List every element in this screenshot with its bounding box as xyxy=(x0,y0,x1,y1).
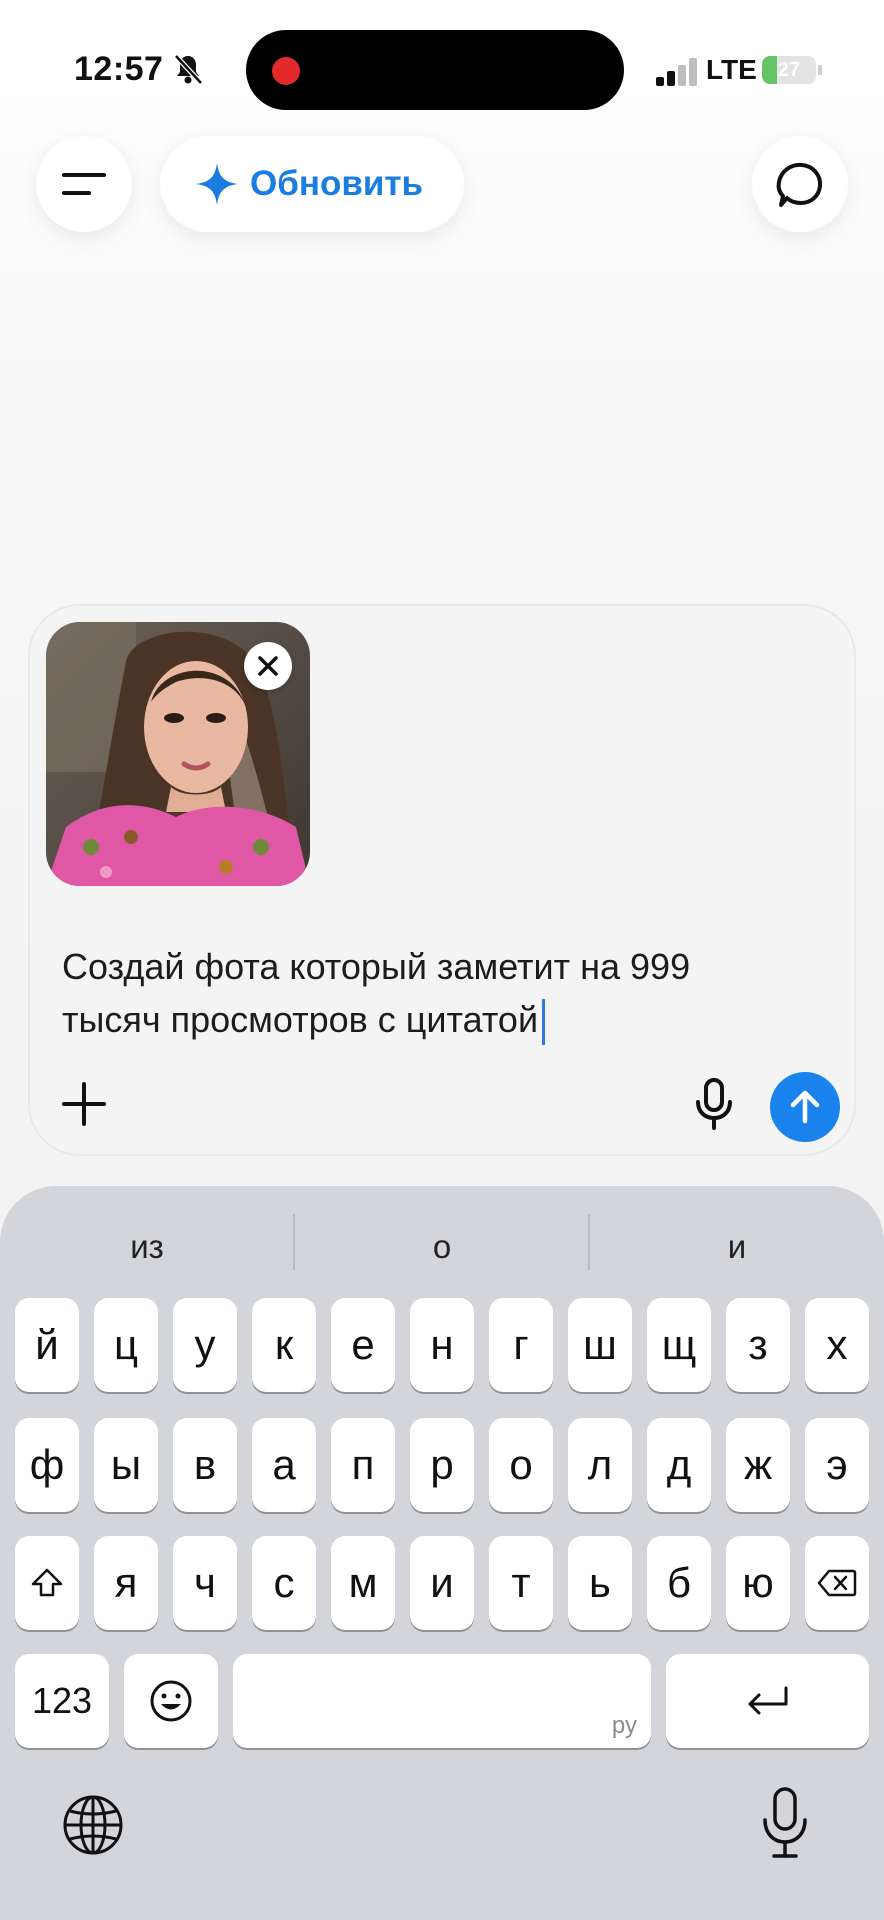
battery-tip xyxy=(818,65,822,75)
key[interactable]: д xyxy=(647,1418,711,1512)
key[interactable]: э xyxy=(805,1418,869,1512)
key[interactable]: т xyxy=(489,1536,553,1630)
key[interactable]: е xyxy=(331,1298,395,1392)
signal-icon xyxy=(656,56,698,86)
key[interactable]: м xyxy=(331,1536,395,1630)
key[interactable]: и xyxy=(410,1536,474,1630)
bell-slash-icon xyxy=(174,54,203,85)
key[interactable]: ы xyxy=(94,1418,158,1512)
network-type: LTE xyxy=(706,54,757,85)
menu-icon xyxy=(62,173,106,195)
return-icon xyxy=(748,1686,787,1715)
key[interactable]: г xyxy=(489,1298,553,1392)
status-bar: 12:57 LTE 27 xyxy=(0,0,884,120)
voice-input-button[interactable] xyxy=(686,1076,742,1132)
key[interactable]: ф xyxy=(15,1418,79,1512)
key[interactable]: я xyxy=(94,1536,158,1630)
suggestion-1[interactable]: из xyxy=(0,1216,294,1278)
suggestion-3[interactable]: и xyxy=(590,1216,884,1278)
shift-icon xyxy=(31,1568,63,1597)
space-key[interactable]: ру xyxy=(233,1654,651,1748)
numbers-key[interactable]: 123 xyxy=(15,1654,109,1748)
upgrade-button[interactable]: Обновить xyxy=(160,136,464,232)
sparkle-icon xyxy=(196,163,238,205)
key[interactable]: ю xyxy=(726,1536,790,1630)
prompt-line-1: Создай фота который заметит на 999 xyxy=(62,946,691,987)
key[interactable]: н xyxy=(410,1298,474,1392)
delete-key[interactable] xyxy=(805,1536,869,1630)
dictation-microphone-icon[interactable] xyxy=(760,1786,810,1862)
close-icon xyxy=(258,656,278,676)
key[interactable]: ч xyxy=(173,1536,237,1630)
battery-icon: 27 xyxy=(762,56,816,84)
prompt-input[interactable]: Создай фота который заметит на 999 тысяч… xyxy=(62,940,782,1046)
key[interactable]: ж xyxy=(726,1418,790,1512)
arrow-up-icon xyxy=(790,1090,820,1124)
keyboard-language: ру xyxy=(611,1712,637,1739)
emoji-icon xyxy=(150,1680,192,1722)
recording-indicator xyxy=(272,57,300,85)
key[interactable]: с xyxy=(252,1536,316,1630)
dynamic-island xyxy=(246,30,624,110)
remove-attachment-button[interactable] xyxy=(244,642,292,690)
emoji-key[interactable] xyxy=(124,1654,218,1748)
globe-icon[interactable] xyxy=(60,1792,126,1858)
prompt-line-2: тысяч просмотров с цитатой xyxy=(62,999,539,1040)
battery-level: 27 xyxy=(777,59,801,81)
status-time: 12:57 xyxy=(74,50,164,88)
add-attachment-button[interactable] xyxy=(56,1076,112,1132)
key[interactable]: щ xyxy=(647,1298,711,1392)
key[interactable]: й xyxy=(15,1298,79,1392)
send-button[interactable] xyxy=(770,1072,840,1142)
key[interactable]: а xyxy=(252,1418,316,1512)
key[interactable]: о xyxy=(489,1418,553,1512)
shift-key[interactable] xyxy=(15,1536,79,1630)
key[interactable]: к xyxy=(252,1298,316,1392)
key[interactable]: п xyxy=(331,1418,395,1512)
key[interactable]: ц xyxy=(94,1298,158,1392)
key[interactable]: л xyxy=(568,1418,632,1512)
key[interactable]: х xyxy=(805,1298,869,1392)
key[interactable]: р xyxy=(410,1418,474,1512)
message-composer: Создай фота который заметит на 999 тысяч… xyxy=(28,604,856,1156)
key[interactable]: б xyxy=(647,1536,711,1630)
key[interactable]: у xyxy=(173,1298,237,1392)
key[interactable]: ь xyxy=(568,1536,632,1630)
return-key[interactable] xyxy=(666,1654,869,1748)
chat-bubble-icon xyxy=(776,162,823,207)
microphone-icon xyxy=(696,1078,732,1130)
suggestion-2[interactable]: о xyxy=(295,1216,589,1278)
key[interactable]: ш xyxy=(568,1298,632,1392)
plus-icon xyxy=(62,1082,106,1126)
key[interactable]: в xyxy=(173,1418,237,1512)
keyboard: из о и й ц у к е н г ш щ з х ф ы в а п р… xyxy=(0,1186,884,1920)
upgrade-label: Обновить xyxy=(250,164,424,203)
new-chat-button[interactable] xyxy=(752,136,848,232)
text-cursor xyxy=(542,999,546,1046)
key[interactable]: з xyxy=(726,1298,790,1392)
menu-button[interactable] xyxy=(36,136,132,232)
delete-icon xyxy=(817,1569,857,1597)
